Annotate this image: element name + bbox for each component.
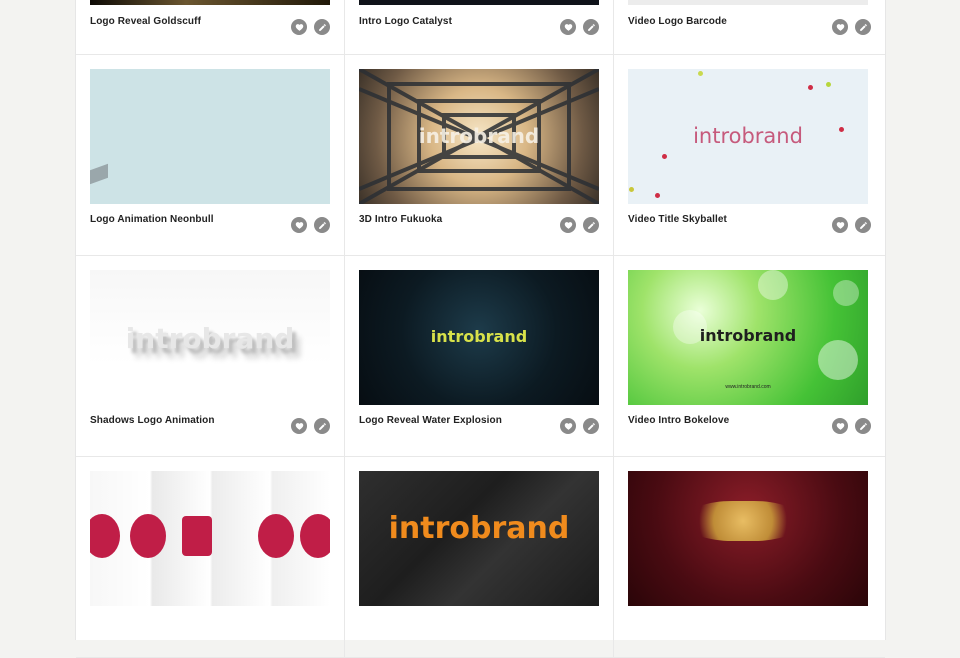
pencil-icon[interactable] [855,19,871,35]
template-card[interactable]: introbrand www.introbrand.com Video Intr… [614,256,885,457]
template-thumbnail[interactable] [359,0,599,5]
template-thumbnail[interactable]: introbrand [359,471,599,606]
brand-text: introbrand [693,124,803,148]
template-thumbnail[interactable] [628,0,868,5]
heart-icon[interactable] [291,217,307,233]
template-thumbnail[interactable]: introbrand www.introbrand.com [628,270,868,405]
template-title[interactable]: Video Intro Bokelove [628,415,729,426]
card-actions [291,418,330,434]
template-title[interactable]: Logo Reveal Goldscuff [90,16,201,27]
heart-icon[interactable] [832,19,848,35]
template-title[interactable]: Logo Animation Neonbull [90,214,214,225]
template-card[interactable]: introbrand Shadows Logo Animation [76,256,345,457]
template-thumbnail[interactable]: introbrand [359,69,599,204]
heart-icon[interactable] [560,217,576,233]
template-title[interactable]: Logo Reveal Water Explosion [359,415,502,426]
heart-icon[interactable] [560,418,576,434]
brand-text: introbrand [699,326,797,345]
pencil-icon[interactable] [314,217,330,233]
brand-text: introbrand [125,322,295,355]
template-title[interactable]: Video Logo Barcode [628,16,727,27]
template-thumbnail[interactable]: introbrand [90,270,330,405]
template-card[interactable]: introbrand 3D Intro Fukuoka [345,55,614,256]
template-card[interactable] [76,457,345,658]
heart-icon[interactable] [560,19,576,35]
pencil-icon[interactable] [314,19,330,35]
template-thumbnail[interactable]: introbrand [359,270,599,405]
template-title[interactable]: Video Title Skyballet [628,214,727,225]
brand-text: introbrand [388,511,570,546]
pencil-icon[interactable] [583,19,599,35]
template-title[interactable]: Intro Logo Catalyst [359,16,452,27]
card-actions [560,217,599,233]
brand-text: introbrand [430,327,528,346]
heart-icon[interactable] [291,418,307,434]
template-grid: Logo Reveal Goldscuff Intro Logo Catalys… [76,0,885,658]
template-thumbnail[interactable] [628,471,868,606]
template-card[interactable] [614,457,885,658]
pencil-icon[interactable] [583,217,599,233]
brand-url: www.introbrand.com [725,384,771,390]
card-actions [291,217,330,233]
card-actions [291,19,330,35]
pencil-icon[interactable] [855,418,871,434]
card-actions [832,217,871,233]
template-card[interactable]: introbrand [345,457,614,658]
heart-icon[interactable] [291,19,307,35]
heart-icon[interactable] [832,217,848,233]
template-title[interactable]: Shadows Logo Animation [90,415,215,426]
template-thumbnail[interactable]: introbrand [628,69,868,204]
template-thumbnail[interactable] [90,471,330,606]
card-actions [832,19,871,35]
template-gallery: Logo Reveal Goldscuff Intro Logo Catalys… [75,0,886,658]
card-actions [832,418,871,434]
card-actions [560,418,599,434]
pencil-icon[interactable] [583,418,599,434]
template-thumbnail[interactable] [90,0,330,5]
card-actions [560,19,599,35]
template-thumbnail[interactable] [90,69,330,204]
template-card[interactable]: Intro Logo Catalyst [345,0,614,55]
template-title[interactable]: 3D Intro Fukuoka [359,214,442,225]
template-card[interactable]: introbrand Logo Reveal Water Explosion [345,256,614,457]
brand-text: introbrand [418,124,540,148]
heart-icon[interactable] [832,418,848,434]
pencil-icon[interactable] [314,418,330,434]
template-card[interactable]: Video Logo Barcode [614,0,885,55]
template-card[interactable]: introbrand Video Title Skyballet [614,55,885,256]
template-card[interactable]: Logo Reveal Goldscuff [76,0,345,55]
pencil-icon[interactable] [855,217,871,233]
template-card[interactable]: Logo Animation Neonbull [76,55,345,256]
